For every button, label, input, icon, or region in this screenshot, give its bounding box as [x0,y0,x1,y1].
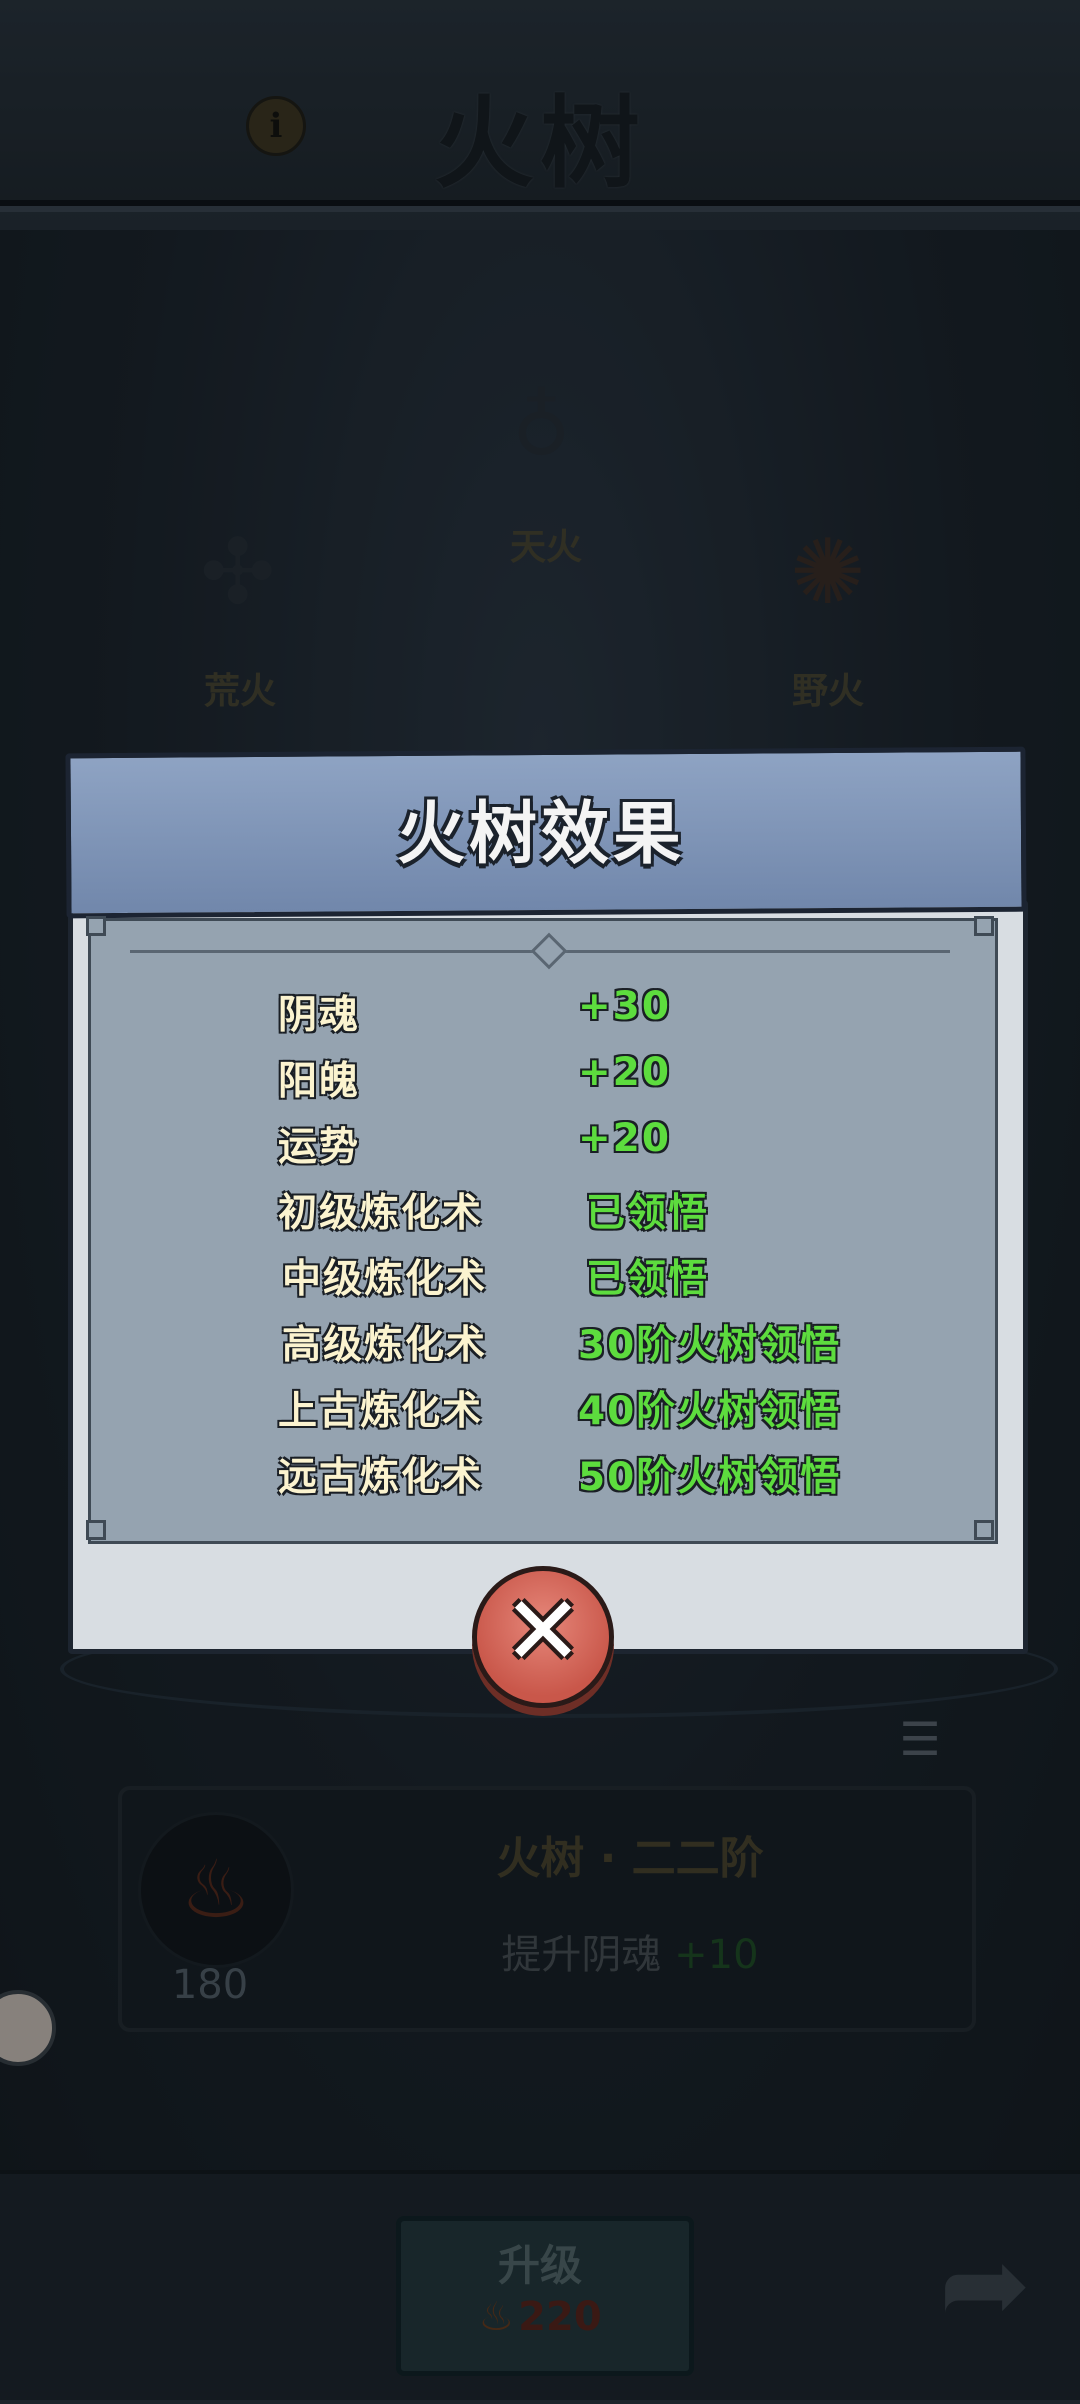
effect-name: 阴魂 [278,993,361,1038]
effect-name: 中级炼化术 [282,1257,488,1302]
effect-name: 初级炼化术 [278,1191,484,1236]
effect-name: 上古炼化术 [278,1389,484,1434]
corner-ornament [86,916,106,936]
effect-value: +30 [578,984,671,1029]
effect-name: 高级炼化术 [282,1323,488,1368]
dialog-title: 火树效果 [396,795,685,874]
corner-ornament [974,1520,994,1540]
effect-name: 阳魄 [278,1059,361,1104]
effect-name: 远古炼化术 [278,1455,484,1500]
effect-value: 50阶火树领悟 [578,1455,842,1500]
corner-ornament [86,1520,106,1540]
corner-ornament [974,916,994,936]
effects-panel [88,918,998,1544]
effect-value: +20 [578,1050,671,1095]
effect-value: 已领悟 [586,1257,710,1302]
effect-name: 运势 [278,1125,361,1170]
effect-value: 40阶火树领悟 [578,1389,842,1434]
effect-value: 已领悟 [586,1191,710,1236]
effect-value: 30阶火树领悟 [578,1323,842,1368]
close-icon[interactable]: ✕ [472,1560,614,1702]
effect-value: +20 [578,1116,671,1161]
